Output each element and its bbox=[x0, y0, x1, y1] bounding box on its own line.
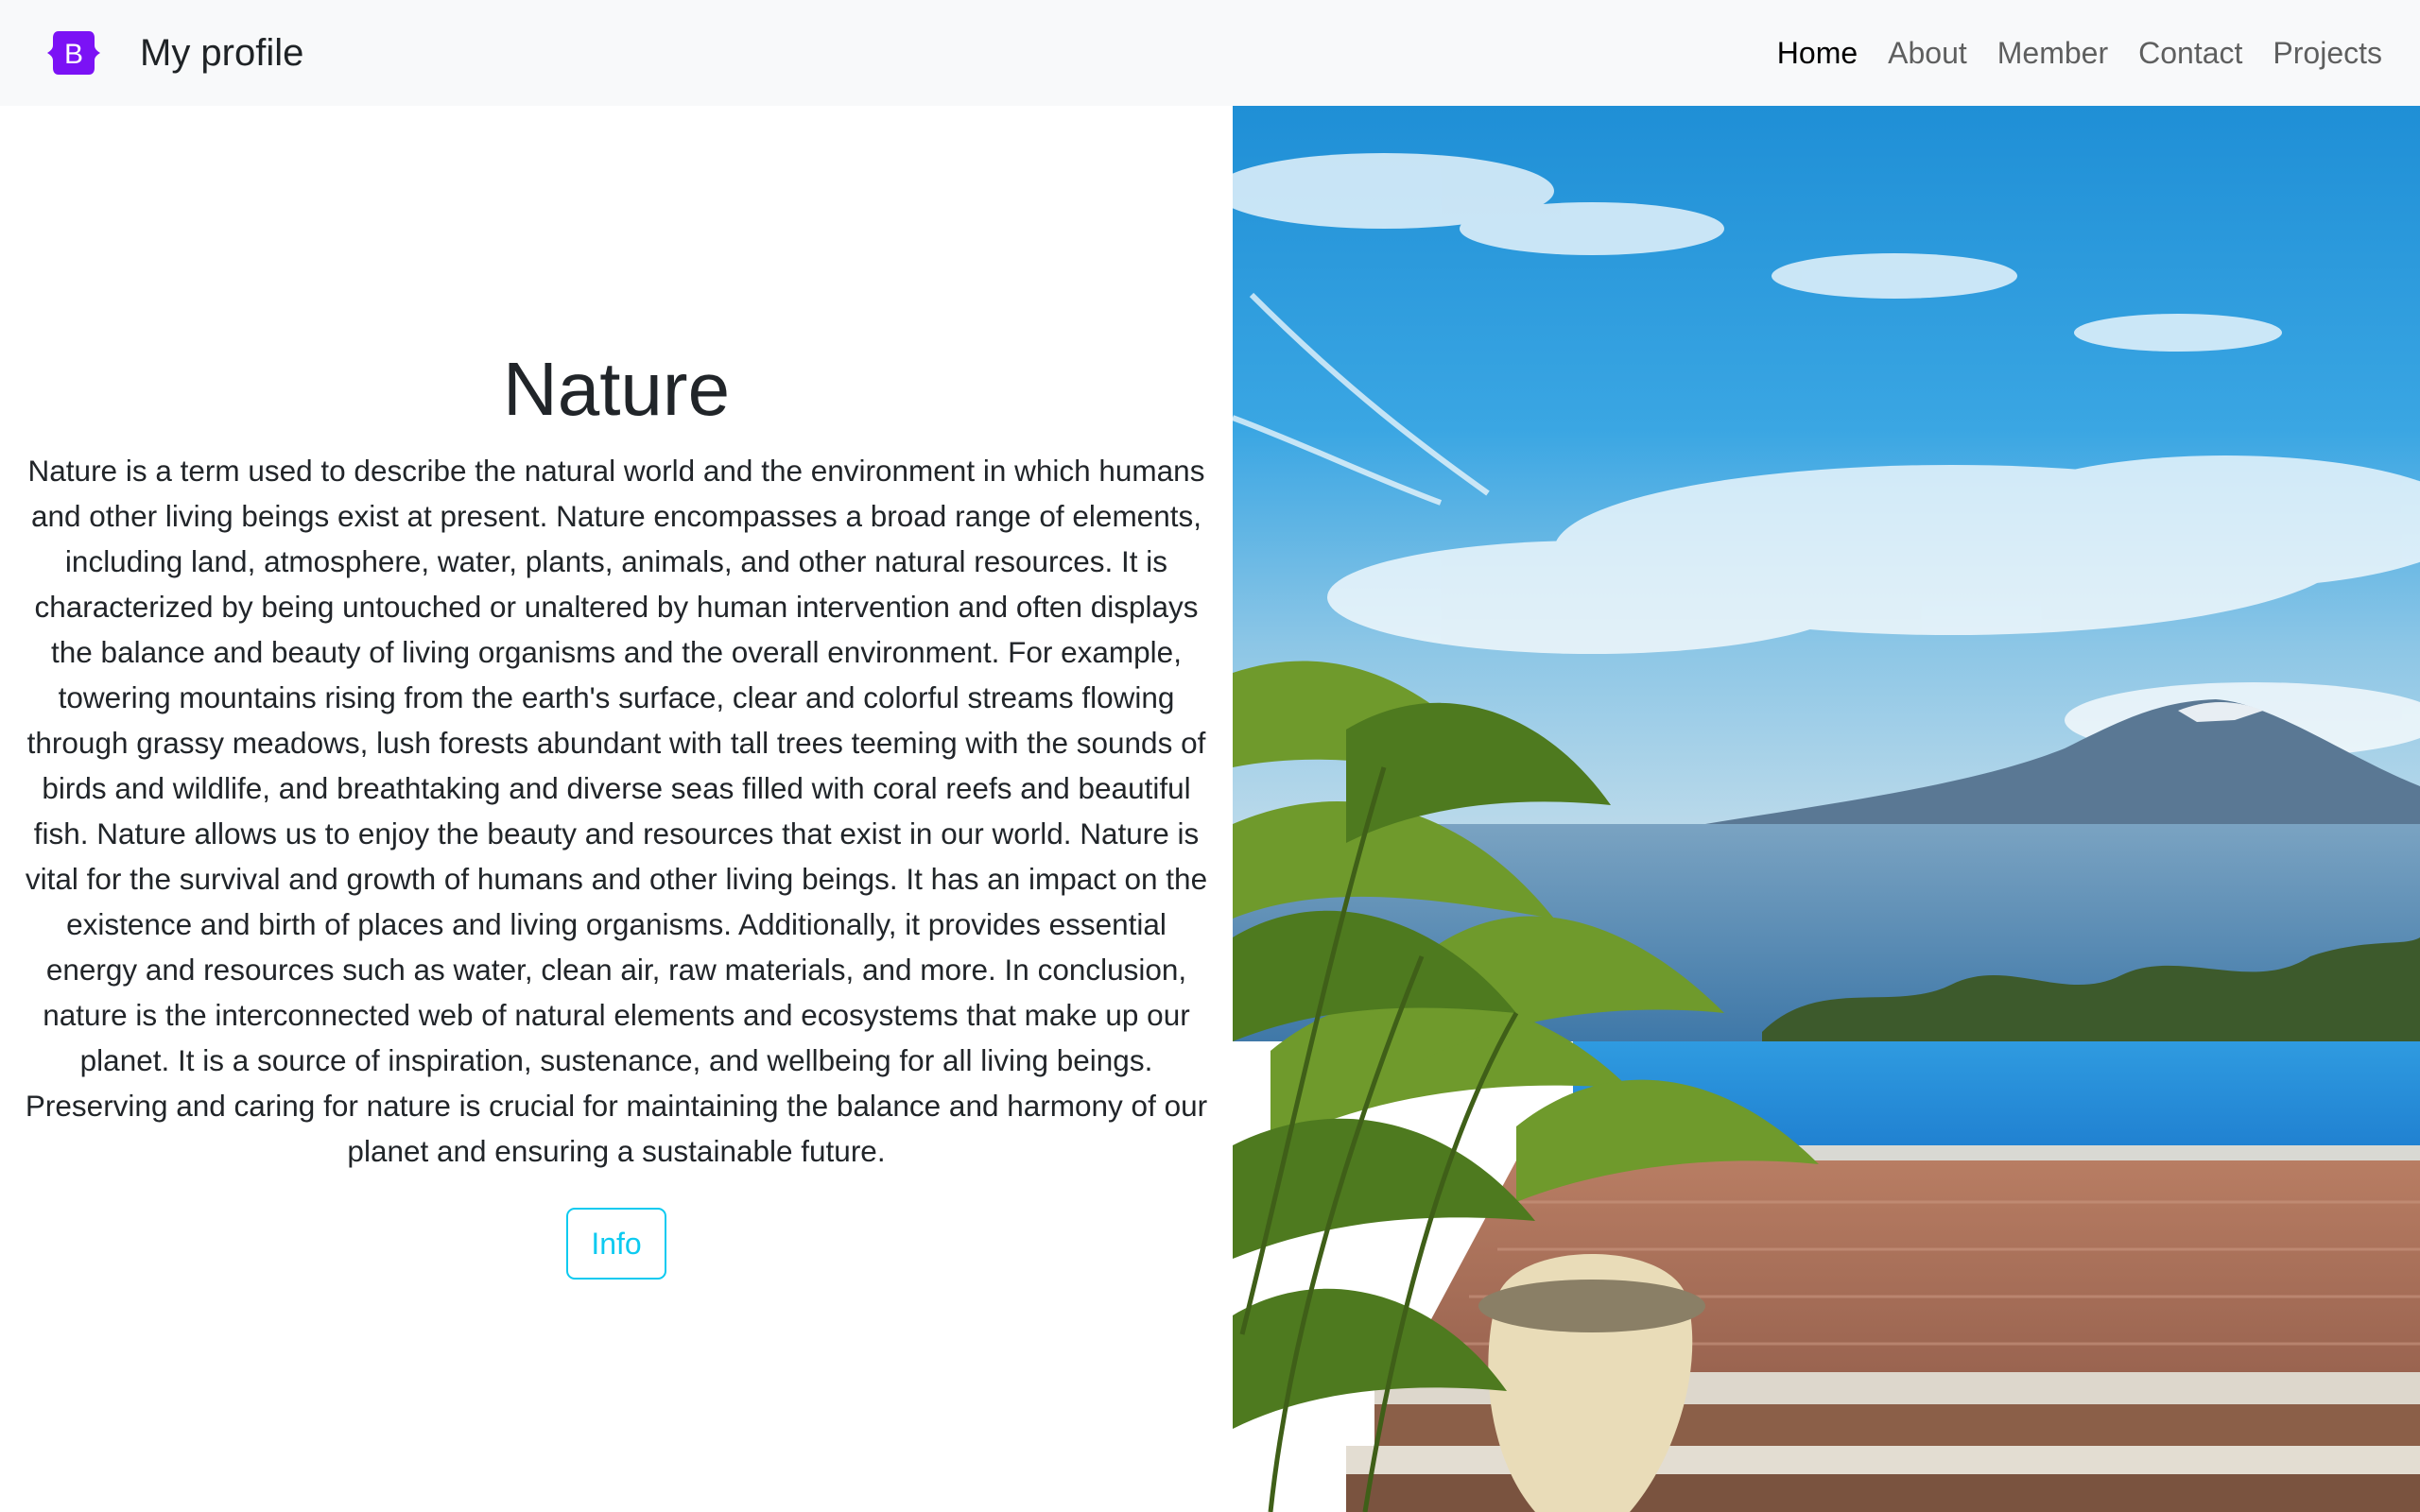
nature-photo bbox=[1233, 106, 2420, 1512]
nature-photo-illustration bbox=[1233, 106, 2420, 1512]
nav-link-member[interactable]: Member bbox=[1997, 36, 2108, 71]
navbar-brand[interactable]: B My profile bbox=[45, 29, 303, 77]
nav-link-about[interactable]: About bbox=[1888, 36, 1967, 71]
nav-link-contact[interactable]: Contact bbox=[2138, 36, 2242, 71]
page-title: Nature bbox=[502, 347, 731, 431]
brand-name: My profile bbox=[140, 31, 304, 74]
nav-links: Home About Member Contact Projects bbox=[1747, 36, 2382, 71]
brand-letter: B bbox=[64, 39, 83, 70]
hero-text-section: Nature Nature is a term used to describe… bbox=[0, 106, 1233, 1512]
info-button[interactable]: Info bbox=[566, 1208, 666, 1280]
bootstrap-logo-icon: B bbox=[47, 31, 100, 75]
navbar: B My profile Home About Member Contact P… bbox=[0, 0, 2420, 106]
nav-link-projects[interactable]: Projects bbox=[2273, 36, 2382, 71]
nav-link-home[interactable]: Home bbox=[1777, 36, 1858, 71]
nature-description: Nature is a term used to describe the na… bbox=[25, 454, 1208, 1168]
